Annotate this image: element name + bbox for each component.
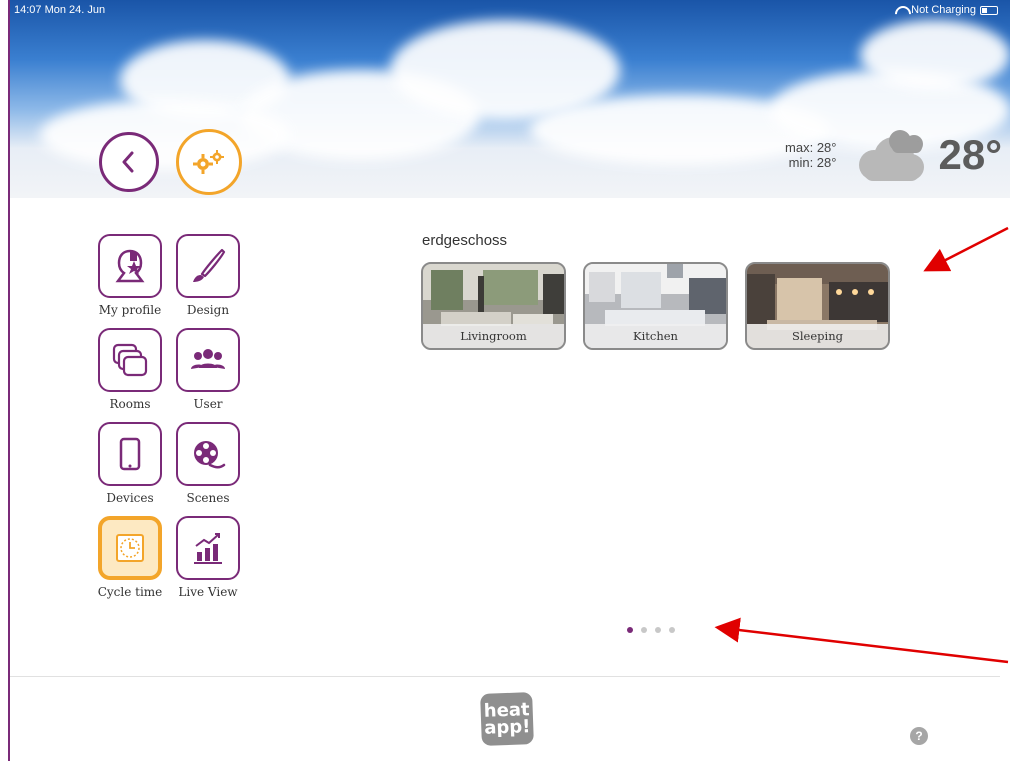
room-card-sleeping[interactable]: Sleeping bbox=[745, 262, 890, 350]
menu-item-cycle-time[interactable]: Cycle time bbox=[94, 516, 166, 599]
room-card-kitchen[interactable]: Kitchen bbox=[583, 262, 728, 350]
room-label: Sleeping bbox=[747, 324, 888, 348]
menu-item-design[interactable]: Design bbox=[172, 234, 244, 317]
menu-item-live-view[interactable]: Live View bbox=[172, 516, 244, 599]
film-reel-icon bbox=[194, 441, 226, 469]
max-temperature: max: 28° bbox=[785, 140, 837, 155]
menu-item-my-profile[interactable]: My profile bbox=[94, 234, 166, 317]
page-dot-4[interactable] bbox=[669, 627, 675, 633]
min-max-temperature: max: 28° min: 28° bbox=[785, 140, 836, 170]
page-dot-1[interactable] bbox=[627, 627, 633, 633]
left-edge-border bbox=[8, 0, 10, 761]
floor-title: erdgeschoss bbox=[422, 232, 508, 249]
menu-label: Rooms bbox=[109, 397, 151, 411]
menu-label: Design bbox=[186, 303, 230, 317]
gears-icon bbox=[193, 150, 224, 174]
menu-label: My profile bbox=[98, 303, 162, 317]
app-frame: 14:07 Mon 24. Jun Not Charging max: 28° … bbox=[0, 0, 1010, 761]
help-icon[interactable]: ? bbox=[910, 727, 928, 745]
menu-item-scenes[interactable]: Scenes bbox=[172, 422, 244, 505]
room-card-livingroom[interactable]: Livingroom bbox=[421, 262, 566, 350]
footer-divider bbox=[10, 676, 1000, 677]
current-temperature: 28° bbox=[938, 131, 1002, 178]
settings-button[interactable] bbox=[176, 129, 242, 195]
menu-tile bbox=[98, 422, 162, 486]
page-dot-3[interactable] bbox=[655, 627, 661, 633]
menu-label: Live View bbox=[178, 585, 238, 599]
weather-widget: max: 28° min: 28° 28° bbox=[785, 127, 1002, 183]
back-button[interactable] bbox=[99, 132, 159, 192]
menu-label: Devices bbox=[106, 491, 154, 505]
charging-status: Not Charging bbox=[911, 4, 976, 16]
rooms-stack-icon bbox=[112, 343, 148, 377]
annotation-arrow-to-rooms bbox=[923, 226, 1009, 272]
menu-label: Cycle time bbox=[97, 585, 163, 599]
page-indicator[interactable] bbox=[627, 627, 675, 633]
battery-icon bbox=[980, 5, 998, 15]
min-temperature: min: 28° bbox=[788, 155, 837, 170]
cloudy-icon bbox=[859, 130, 925, 181]
menu-item-user[interactable]: User bbox=[172, 328, 244, 411]
heatapp-logo: heat app! bbox=[480, 692, 534, 746]
status-right: Not Charging bbox=[895, 4, 998, 16]
tablet-icon bbox=[119, 437, 141, 471]
menu-label: User bbox=[193, 397, 223, 411]
menu-item-devices[interactable]: Devices bbox=[94, 422, 166, 505]
users-icon bbox=[191, 349, 225, 369]
brush-icon bbox=[193, 248, 226, 282]
menu-tile bbox=[176, 328, 240, 392]
wifi-icon bbox=[895, 6, 907, 15]
menu-tile bbox=[176, 422, 240, 486]
status-bar: 14:07 Mon 24. Jun Not Charging bbox=[10, 0, 1010, 20]
profile-star-icon bbox=[115, 249, 145, 283]
logo-text-bottom: app! bbox=[483, 716, 531, 739]
menu-tile bbox=[98, 234, 162, 298]
annotation-arrow-to-page-dots bbox=[714, 617, 1009, 664]
menu-tile-active bbox=[98, 516, 162, 580]
page-dot-2[interactable] bbox=[641, 627, 647, 633]
menu-tile bbox=[176, 516, 240, 580]
menu-tile bbox=[98, 328, 162, 392]
menu-tile bbox=[176, 234, 240, 298]
room-label: Kitchen bbox=[585, 324, 726, 348]
clock-icon bbox=[116, 534, 144, 562]
menu-item-rooms[interactable]: Rooms bbox=[94, 328, 166, 411]
room-label: Livingroom bbox=[423, 324, 564, 348]
bar-chart-icon bbox=[194, 533, 222, 564]
chevron-left-icon bbox=[122, 151, 134, 173]
menu-label: Scenes bbox=[186, 491, 230, 505]
status-time: 14:07 Mon 24. Jun bbox=[14, 4, 106, 16]
